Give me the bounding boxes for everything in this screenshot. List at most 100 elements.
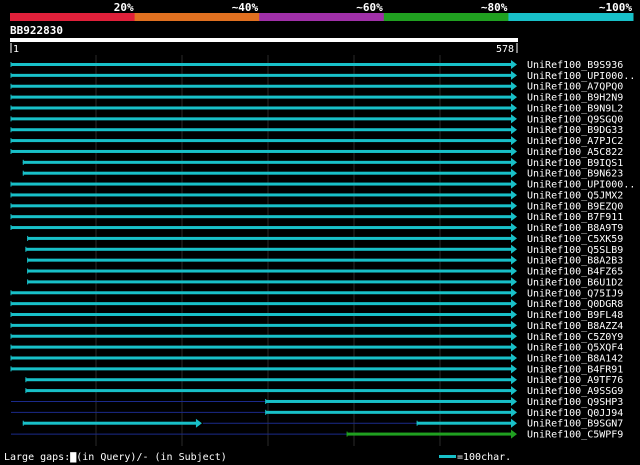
hit-row-25: UniRef100_C5Z0Y9 xyxy=(10,331,623,343)
hit-bar-32 xyxy=(265,410,512,414)
hit-row-18: UniRef100_B8A2B3 xyxy=(27,255,623,267)
scale-label-4: ~100% xyxy=(599,1,632,14)
hit-name-7: UniRef100_A7PJC2 xyxy=(527,136,623,147)
hit-name-27: UniRef100_B8A142 xyxy=(527,353,623,364)
hit-name-32: UniRef100_Q0JJ94 xyxy=(527,408,623,419)
hit-row-9: UniRef100_B9IQS1 xyxy=(22,157,623,169)
hit-bar-16 xyxy=(27,236,512,240)
hit-row-29: UniRef100_A9TF76 xyxy=(25,375,623,386)
hit-row-13: UniRef100_B9EZQ0 xyxy=(10,201,623,212)
gap-legend-text: Large gaps:▇(in Query)/- (in Subject) xyxy=(4,452,227,463)
hit-row-2: UniRef100_A7QPQ0 xyxy=(10,81,623,93)
hit-arrow-34 xyxy=(511,429,517,439)
hit-name-20: UniRef100_B6U1D2 xyxy=(527,277,623,288)
hit-arrow-29 xyxy=(511,375,517,385)
hit-bar-0 xyxy=(11,63,512,66)
hit-name-28: UniRef100_B4FR91 xyxy=(527,364,623,375)
hit-arrow-13 xyxy=(511,201,517,211)
hit-bar-2 xyxy=(11,84,512,88)
hit-arrow-26 xyxy=(511,342,517,352)
hit-row-24: UniRef100_B8AZZ4 xyxy=(10,320,623,332)
hit-bar-14 xyxy=(11,215,512,219)
hit-row-4: UniRef100_B9N9L2 xyxy=(10,103,623,114)
hit-bar-19 xyxy=(27,269,512,273)
hit-name-11: UniRef100_UPI000.. xyxy=(527,180,635,191)
scale-label-3: ~80% xyxy=(481,1,508,14)
hit-arrow-4 xyxy=(511,103,517,113)
hit-row-3: UniRef100_B9H2N9 xyxy=(10,92,623,104)
hit-arrow-32 xyxy=(511,407,517,417)
hit-row-20: UniRef100_B6U1D2 xyxy=(27,277,623,288)
ruler-end-label: 578 xyxy=(496,44,514,55)
hit-name-9: UniRef100_B9IQS1 xyxy=(527,158,623,169)
hit-arrow-17 xyxy=(511,244,517,254)
hit-arrow-30 xyxy=(511,386,517,396)
hit-arrow-31 xyxy=(511,396,517,406)
hit-name-12: UniRef100_Q5JMX2 xyxy=(527,190,623,201)
hit-row-8: UniRef100_A5C822 xyxy=(10,146,623,158)
hit-bar-22 xyxy=(11,302,512,306)
hit-bar-33-x0 xyxy=(417,421,512,425)
scale-label-0: 20% xyxy=(114,1,134,14)
hit-bar-7 xyxy=(11,139,512,143)
hit-row-15: UniRef100_B8A9T9 xyxy=(10,223,623,234)
hit-arrow-24 xyxy=(511,320,517,330)
hit-arrow-33-x0 xyxy=(511,418,517,428)
alignment-chart: 20% ~40% ~60% ~80% ~100% BB922830 1 578 UniRef… xyxy=(4,1,635,463)
hit-row-27: UniRef100_B8A142 xyxy=(10,353,623,364)
hit-bar-34 xyxy=(347,432,512,436)
hit-bar-5 xyxy=(11,117,512,121)
hit-rows: UniRef100_B9S936UniRef100_UPI000..UniRef… xyxy=(10,60,635,441)
hit-arrow-2 xyxy=(511,81,517,91)
hit-row-34: UniRef100_C5WPF9 xyxy=(11,429,623,441)
scale-segment-3 xyxy=(383,13,509,21)
hit-arrow-15 xyxy=(511,223,517,233)
hit-name-16: UniRef100_C5XK59 xyxy=(527,234,623,245)
hit-name-22: UniRef100_Q0DGR8 xyxy=(527,299,623,310)
scale-label-2: ~60% xyxy=(356,1,383,14)
hit-name-17: UniRef100_Q5SLB9 xyxy=(527,245,623,256)
hit-row-33: UniRef100_B9SGN7 xyxy=(22,418,623,430)
hit-name-10: UniRef100_B9N623 xyxy=(527,169,623,180)
hit-name-1: UniRef100_UPI000.. xyxy=(527,71,635,82)
hit-row-14: UniRef100_B7F911 xyxy=(10,212,623,223)
hit-bar-1 xyxy=(11,73,512,77)
hit-row-28: UniRef100_B4FR91 xyxy=(10,364,623,375)
hit-name-23: UniRef100_B9FL48 xyxy=(527,310,623,321)
hit-bar-6 xyxy=(11,128,512,132)
scale-segment-4 xyxy=(508,13,634,21)
hit-bar-21 xyxy=(11,291,512,295)
hit-name-15: UniRef100_B8A9T9 xyxy=(527,223,623,234)
hit-row-16: UniRef100_C5XK59 xyxy=(27,233,623,245)
hit-name-25: UniRef100_C5Z0Y9 xyxy=(527,332,623,343)
hit-arrow-14 xyxy=(511,212,517,222)
hit-name-33: UniRef100_B9SGN7 xyxy=(527,419,623,430)
hit-name-6: UniRef100_B9DG33 xyxy=(527,125,623,136)
hit-row-17: UniRef100_Q5SLB9 xyxy=(25,244,623,256)
hit-bar-29 xyxy=(25,378,512,382)
hit-bar-4 xyxy=(11,106,512,110)
hit-bar-23 xyxy=(11,313,512,317)
hit-arrow-28 xyxy=(511,364,517,374)
hit-name-4: UniRef100_B9N9L2 xyxy=(527,103,623,114)
hit-arrow-5 xyxy=(511,114,517,124)
hit-bar-10 xyxy=(23,171,513,175)
hit-bar-33 xyxy=(23,421,197,425)
hit-bar-8 xyxy=(11,149,512,153)
scale-legend-label: =100char. xyxy=(457,452,511,463)
identity-scale-bar: 20% ~40% ~60% ~80% ~100% xyxy=(10,1,634,21)
hit-name-2: UniRef100_A7QPQ0 xyxy=(527,82,623,93)
hit-arrow-6 xyxy=(511,125,517,135)
hit-bar-3 xyxy=(11,95,512,99)
hit-arrow-18 xyxy=(511,255,517,265)
scale-legend-bar xyxy=(439,455,456,458)
scale-label-1: ~40% xyxy=(232,1,259,14)
hit-row-21: UniRef100_Q75IJ9 xyxy=(10,288,623,299)
hit-row-32: UniRef100_Q0JJ94 xyxy=(11,407,623,419)
hit-name-5: UniRef100_Q9SGQ0 xyxy=(527,114,623,125)
hit-name-30: UniRef100_A9SSG9 xyxy=(527,386,623,397)
hit-row-30: UniRef100_A9SSG9 xyxy=(25,386,623,397)
hit-bar-25 xyxy=(11,334,512,338)
hit-bar-13 xyxy=(11,204,512,208)
hit-bar-9 xyxy=(23,160,513,164)
